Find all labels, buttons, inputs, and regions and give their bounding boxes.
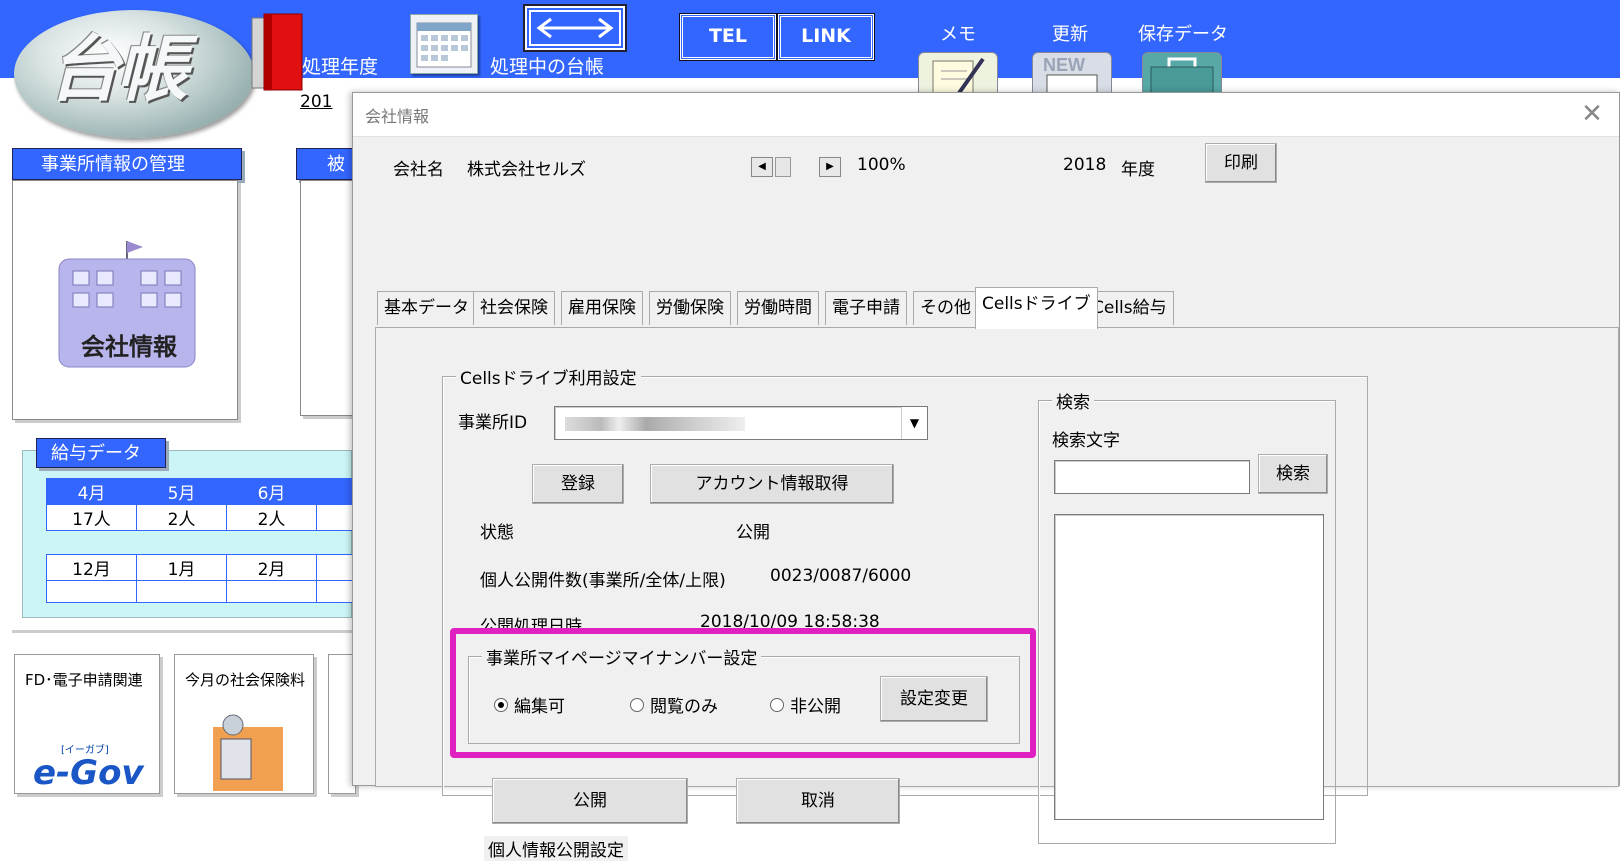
radio-editable-label[interactable]: 編集可 [514, 692, 565, 717]
count-cell [46, 580, 137, 603]
social-insurance-card[interactable]: 今月の社会保険料 [174, 654, 314, 794]
count-cell [136, 580, 227, 603]
month-cell[interactable]: 4月 [46, 478, 137, 505]
publish-button[interactable]: 公開 [492, 778, 688, 824]
update-label[interactable]: 更新 [1052, 20, 1088, 46]
month-cell[interactable]: 1月 [136, 554, 227, 581]
public-count-label: 個人公開件数(事業所/全体/上限) [480, 571, 726, 591]
status-value: 公開 [736, 523, 770, 543]
month-cell[interactable]: 2月 [226, 554, 317, 581]
processing-year-label[interactable]: 処理年度 [302, 52, 378, 79]
left-arrow-icon: ◀ [758, 161, 766, 172]
office-id-label: 事業所ID [458, 413, 528, 433]
cells-drive-tab-panel: Cellsドライブ利用設定 事業所ID ▼ 登録 アカウント情報取得 状態 公開… [375, 327, 1619, 861]
register-button[interactable]: 登録 [532, 464, 624, 504]
settings-change-button[interactable]: 設定変更 [880, 676, 988, 722]
tab-e-application[interactable]: 電子申請 [825, 291, 907, 325]
saved-data-label[interactable]: 保存データ [1138, 20, 1228, 46]
switch-arrows-button[interactable] [523, 4, 627, 52]
calendar-icon[interactable] [410, 14, 478, 74]
get-account-info-button[interactable]: アカウント情報取得 [650, 464, 894, 504]
fiscal-year-value: 2018 [1063, 155, 1107, 175]
cells-drive-settings-title: Cellsドライブ利用設定 [456, 364, 641, 389]
tab-social-insurance[interactable]: 社会保険 [473, 291, 555, 325]
count-cell: 17人 [46, 504, 137, 531]
tel-button[interactable]: TEL [679, 13, 777, 61]
tab-cells-salary[interactable]: Cells給与 [1085, 291, 1174, 325]
double-arrow-icon [529, 10, 621, 46]
radio-private-label[interactable]: 非公開 [790, 692, 841, 717]
tab-working-hours[interactable]: 労働時間 [737, 291, 819, 325]
dialog-titlebar[interactable]: 会社情報 ✕ [353, 93, 1619, 137]
zoom-slider-thumb[interactable] [775, 157, 791, 177]
search-results-list[interactable] [1054, 514, 1324, 820]
month-cell[interactable]: 6月 [226, 478, 317, 505]
book-icon[interactable] [248, 12, 306, 94]
blurred-office-id [565, 417, 745, 431]
search-text-label: 検索文字 [1052, 431, 1120, 451]
month-cell[interactable]: 5月 [136, 478, 227, 505]
memo-icon[interactable] [918, 52, 998, 96]
print-button[interactable]: 印刷 [1205, 143, 1277, 183]
tab-labor-insurance[interactable]: 労働保険 [649, 291, 731, 325]
search-input[interactable] [1054, 460, 1250, 494]
search-group-title: 検索 [1052, 388, 1094, 413]
company-name-label: 会社名 [393, 160, 444, 180]
count-cell [226, 580, 317, 603]
count-cell: 2人 [226, 504, 317, 531]
link-button[interactable]: LINK [777, 13, 875, 61]
status-label: 状態 [480, 523, 514, 543]
public-count-value: 0023/0087/6000 [770, 566, 912, 586]
tab-other[interactable]: その他 [913, 291, 978, 325]
chevron-down-icon[interactable]: ▼ [901, 407, 927, 439]
close-icon[interactable]: ✕ [1575, 97, 1609, 131]
social-insurance-label: 今月の社会保険料 [185, 671, 306, 689]
fiscal-year-label: 年度 [1121, 160, 1155, 180]
processing-year-value: 201 [300, 92, 333, 112]
svg-text:NEW: NEW [1043, 55, 1085, 75]
office-id-select[interactable]: ▼ [554, 406, 928, 440]
tab-employment-insurance[interactable]: 雇用保険 [561, 291, 643, 325]
salary-data-header: 給与データ [36, 438, 166, 468]
employee-header: 被保 [296, 148, 356, 207]
count-cell: 2人 [136, 504, 227, 531]
office-info-header: 事業所情報の管理 [12, 148, 242, 180]
briefcase-icon[interactable] [1142, 52, 1222, 96]
zoom-value: 100% [857, 155, 906, 175]
zoom-increase-button[interactable]: ▶ [819, 157, 841, 177]
radio-private[interactable] [770, 698, 784, 712]
radio-editable[interactable] [494, 698, 508, 712]
divider [12, 630, 356, 633]
office-info-panel: 会社情報 [12, 180, 238, 420]
egov-logo: e-Gov [33, 753, 144, 793]
cancel-button[interactable]: 取消 [736, 778, 900, 824]
new-update-icon[interactable]: NEW [1032, 52, 1112, 96]
company-info-dialog: 会社情報 ✕ 会社名 株式会社セルズ ◀ ▶ 100% 2018 年度 印刷 基… [352, 92, 1620, 861]
current-ledger-label[interactable]: 処理中の台帳 [490, 52, 604, 79]
fd-egov-card[interactable]: FD･電子申請関連 [イーガブ] e-Gov [14, 654, 160, 794]
fd-egov-label: FD･電子申請関連 [25, 671, 143, 689]
company-info-label[interactable]: 会社情報 [81, 327, 177, 362]
dialog-title: 会社情報 [365, 107, 430, 126]
right-arrow-icon: ▶ [826, 161, 834, 172]
memo-label[interactable]: メモ [940, 20, 976, 46]
month-cell[interactable]: 12月 [46, 554, 137, 581]
personal-info-settings-title: 個人情報公開設定 [484, 836, 628, 861]
employee-panel [300, 180, 356, 416]
zoom-decrease-button[interactable]: ◀ [751, 157, 773, 177]
company-name-value: 株式会社セルズ [467, 160, 586, 180]
search-button[interactable]: 検索 [1258, 454, 1328, 494]
tab-cells-drive[interactable]: Cellsドライブ [975, 287, 1098, 329]
calculator-person-icon [213, 714, 283, 791]
mynumber-settings-title: 事業所マイページマイナンバー設定 [482, 644, 762, 669]
app-logo-text: 台帳 [48, 26, 188, 111]
radio-view-only-label[interactable]: 閲覧のみ [650, 692, 718, 717]
radio-view-only[interactable] [630, 698, 644, 712]
tab-basic-data[interactable]: 基本データ [377, 291, 476, 325]
